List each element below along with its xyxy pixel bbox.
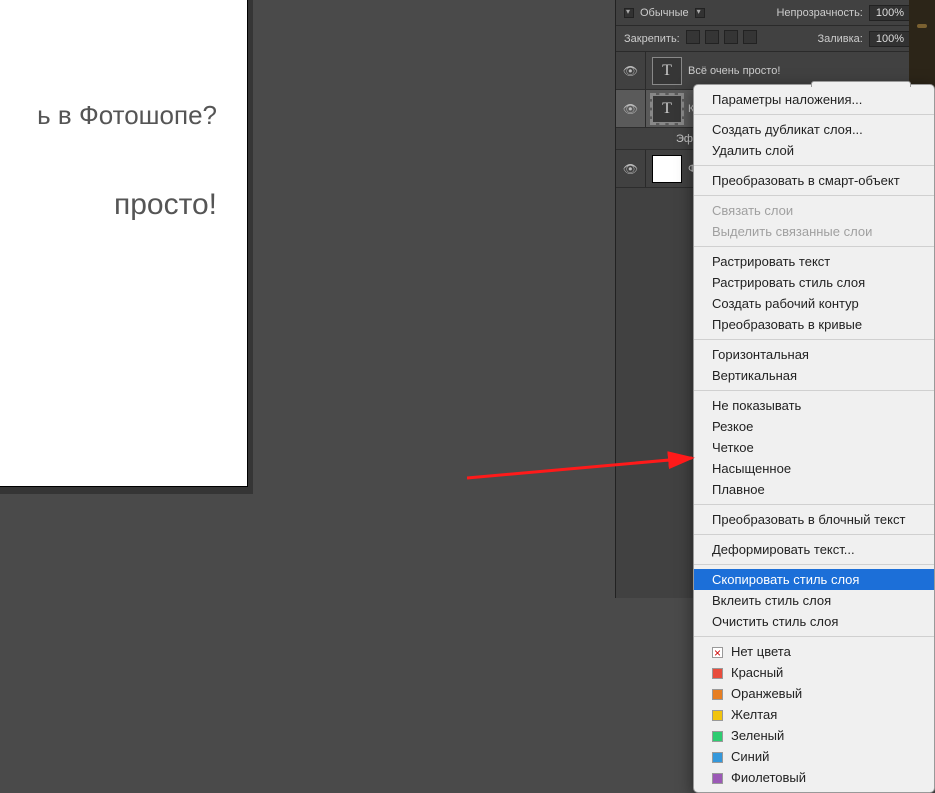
color-chip-yellow [712,710,723,721]
menu-paste-layer-style[interactable]: Вклеить стиль слоя [694,590,934,611]
menu-rasterize-text[interactable]: Растрировать текст [694,251,934,272]
lock-label: Закрепить: [624,33,680,45]
color-chip-none [712,647,723,658]
opacity-label: Непрозрачность: [776,7,862,19]
separator [694,195,934,196]
menu-color-violet[interactable]: Фиолетовый [694,767,934,788]
menu-color-blue[interactable]: Синий [694,746,934,767]
text-layer-1: ь в Фотошопе? [37,100,217,131]
menu-vertical[interactable]: Вертикальная [694,365,934,386]
visibility-icon[interactable]: 👁 [616,150,646,187]
fill-label: Заливка: [817,33,862,45]
menu-to-paragraph[interactable]: Преобразовать в блочный текст [694,509,934,530]
menu-aa-smooth[interactable]: Плавное [694,479,934,500]
fill-value[interactable]: 100% [869,31,911,47]
lock-position-icon[interactable] [724,30,738,44]
menu-color-green[interactable]: Зеленый [694,725,934,746]
separator [694,114,934,115]
document[interactable]: ь в Фотошопе? просто! [0,0,247,486]
color-label: Нет цвета [731,644,791,659]
lock-transparent-icon[interactable] [686,30,700,44]
blend-row: Обычные Непрозрачность: 100% [616,0,935,26]
menu-tab [811,81,911,87]
color-chip-blue [712,752,723,763]
separator [694,339,934,340]
menu-work-path[interactable]: Создать рабочий контур [694,293,934,314]
menu-select-linked: Выделить связанные слои [694,221,934,242]
canvas-area: ь в Фотошопе? просто! [0,0,253,494]
color-chip-red [712,668,723,679]
lock-row: Закрепить: Заливка: 100% [616,26,935,52]
separator [694,534,934,535]
menu-aa-crisp[interactable]: Четкое [694,437,934,458]
separator [694,636,934,637]
visibility-icon[interactable]: 👁 [616,90,646,127]
menu-warp-text[interactable]: Деформировать текст... [694,539,934,560]
menu-aa-none[interactable]: Не показывать [694,395,934,416]
menu-color-none[interactable]: Нет цвета [694,641,934,662]
menu-color-red[interactable]: Красный [694,662,934,683]
separator [694,504,934,505]
color-label: Желтая [731,707,777,722]
separator [694,564,934,565]
menu-aa-strong[interactable]: Насыщенное [694,458,934,479]
lock-all-icon[interactable] [743,30,757,44]
menu-convert-smart-object[interactable]: Преобразовать в смарт-объект [694,170,934,191]
lock-pixels-icon[interactable] [705,30,719,44]
opacity-value[interactable]: 100% [869,5,911,21]
menu-color-orange[interactable]: Оранжевый [694,683,934,704]
visibility-icon[interactable]: 👁 [616,52,646,89]
menu-duplicate-layer[interactable]: Создать дубликат слоя... [694,119,934,140]
strip-decoration [917,24,927,28]
menu-aa-sharp[interactable]: Резкое [694,416,934,437]
separator [694,390,934,391]
text-layer-icon: T [652,95,682,123]
menu-delete-layer[interactable]: Удалить слой [694,140,934,161]
menu-horizontal[interactable]: Горизонтальная [694,344,934,365]
menu-blending-options[interactable]: Параметры наложения... [694,89,934,110]
color-chip-green [712,731,723,742]
panel-menu-icon[interactable] [624,8,634,18]
menu-color-yellow[interactable]: Желтая [694,704,934,725]
separator [694,165,934,166]
color-chip-violet [712,773,723,784]
color-chip-orange [712,689,723,700]
text-layer-icon: T [652,57,682,85]
color-label: Оранжевый [731,686,802,701]
menu-clear-layer-style[interactable]: Очистить стиль слоя [694,611,934,632]
menu-to-curves[interactable]: Преобразовать в кривые [694,314,934,335]
menu-rasterize-style[interactable]: Растрировать стиль слоя [694,272,934,293]
color-label: Синий [731,749,769,764]
chevron-down-icon[interactable] [695,8,705,18]
layer-thumbnail [652,155,682,183]
blend-mode-dropdown[interactable]: Обычные [640,7,689,19]
separator [694,246,934,247]
menu-link-layers: Связать слои [694,200,934,221]
lock-icons [686,30,759,47]
color-label: Красный [731,665,783,680]
menu-copy-layer-style[interactable]: Скопировать стиль слоя [694,569,934,590]
color-label: Фиолетовый [731,770,806,785]
context-menu: Параметры наложения... Создать дубликат … [693,84,935,793]
color-label: Зеленый [731,728,784,743]
text-layer-2: просто! [114,188,217,222]
